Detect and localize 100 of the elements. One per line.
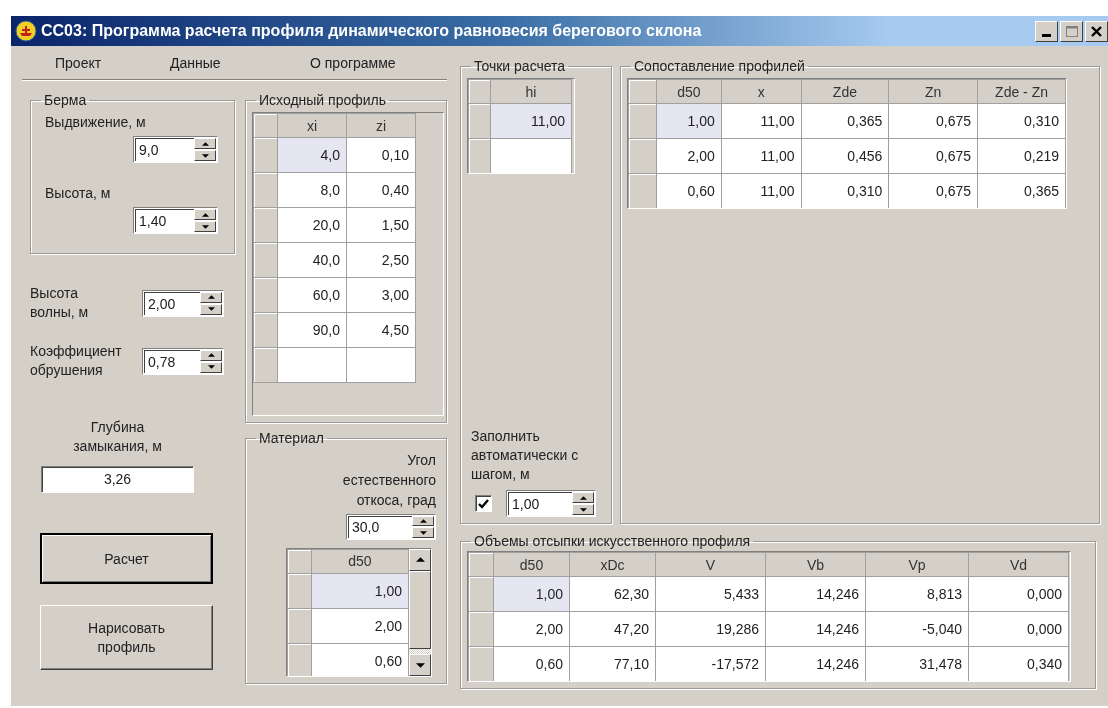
column-header[interactable]: x [721, 79, 802, 104]
scrollbar[interactable] [409, 548, 431, 676]
table-cell[interactable]: 19,286 [655, 611, 766, 647]
table-cell[interactable]: 0,60 [311, 643, 409, 676]
table-cell[interactable]: -17,572 [655, 646, 766, 681]
column-header[interactable]: V [655, 552, 766, 577]
row-header[interactable] [468, 576, 494, 612]
menu-item[interactable]: Данные [170, 55, 221, 71]
table-cell[interactable]: 0,60 [493, 646, 570, 681]
table-cell[interactable]: 0,365 [801, 103, 889, 139]
table-cell[interactable]: 0,219 [977, 138, 1066, 174]
table-cell[interactable]: 0,456 [801, 138, 889, 174]
table-cell[interactable]: -5,040 [865, 611, 969, 647]
column-header[interactable]: hi [490, 79, 572, 104]
spin-up-button[interactable] [572, 492, 594, 503]
row-header[interactable] [468, 138, 491, 173]
table-cell[interactable]: 77,10 [569, 646, 656, 681]
spin-box[interactable]: 2,00 [142, 289, 224, 317]
table-cell[interactable]: 0,000 [968, 611, 1069, 647]
row-header[interactable] [287, 573, 312, 609]
column-header[interactable]: d50 [311, 549, 409, 574]
spin-down-button[interactable] [194, 221, 216, 232]
draw-button[interactable]: Нарисовать профиль [40, 605, 213, 670]
row-header[interactable] [468, 103, 491, 139]
row-header[interactable] [468, 646, 494, 681]
column-header[interactable]: xDc [569, 552, 656, 577]
scrollbar-thumb[interactable] [409, 570, 431, 649]
table-cell[interactable]: 0,60 [656, 173, 722, 208]
table-cell[interactable]: 4,0 [277, 137, 347, 173]
row-header[interactable] [253, 172, 278, 208]
row-header[interactable] [253, 312, 278, 348]
spin-down-button[interactable] [572, 504, 594, 515]
table-cell[interactable]: 0,10 [346, 137, 416, 173]
table-cell[interactable]: 2,00 [493, 611, 570, 647]
table-cell[interactable]: 40,0 [277, 242, 347, 278]
calculate-button[interactable]: Расчет [40, 533, 213, 584]
spin-down-button[interactable] [200, 361, 222, 373]
column-header[interactable]: d50 [493, 552, 570, 577]
table-cell[interactable]: 0,340 [968, 646, 1069, 681]
table-cell[interactable]: 0,310 [801, 173, 889, 208]
table-cell[interactable]: 14,246 [765, 576, 866, 612]
column-header[interactable]: Zde [801, 79, 889, 104]
table-cell[interactable]: 2,50 [346, 242, 416, 278]
column-header[interactable]: zi [346, 113, 416, 138]
table-cell[interactable]: 4,50 [346, 312, 416, 348]
table-cell[interactable]: 62,30 [569, 576, 656, 612]
table-cell[interactable]: 14,246 [765, 611, 866, 647]
table-cell[interactable]: 1,00 [493, 576, 570, 612]
table-cell[interactable]: 0,675 [888, 173, 978, 208]
table-cell[interactable]: 0,365 [977, 173, 1066, 208]
row-header[interactable] [253, 207, 278, 243]
table-cell[interactable]: 2,00 [311, 608, 409, 644]
column-header[interactable]: Zde - Zn [977, 79, 1066, 104]
spin-down-button[interactable] [412, 527, 434, 538]
output-field[interactable]: 3,26 [41, 466, 194, 493]
row-header[interactable] [287, 608, 312, 644]
column-header[interactable]: Zn [888, 79, 978, 104]
row-header[interactable] [253, 242, 278, 278]
table-cell[interactable]: 31,478 [865, 646, 969, 681]
column-header[interactable]: d50 [656, 79, 722, 104]
table-cell[interactable]: 8,0 [277, 172, 347, 208]
column-header[interactable]: xi [277, 113, 347, 138]
table-cell[interactable]: 3,00 [346, 277, 416, 313]
spin-up-button[interactable] [200, 291, 222, 303]
table-cell[interactable]: 60,0 [277, 277, 347, 313]
table-cell[interactable]: 11,00 [721, 103, 802, 139]
table-cell[interactable]: 1,00 [311, 573, 409, 609]
table-cell[interactable]: 2,00 [656, 138, 722, 174]
table-cell[interactable]: 20,0 [277, 207, 347, 243]
spin-box[interactable]: 1,40 [133, 207, 218, 234]
spin-up-button[interactable] [412, 516, 434, 527]
spin-down-button[interactable] [194, 150, 216, 161]
table-cell[interactable]: 1,00 [656, 103, 722, 139]
menu-item[interactable]: О программе [310, 55, 396, 71]
scrollbar-track[interactable] [409, 648, 431, 654]
row-header[interactable] [628, 138, 657, 174]
row-header[interactable] [468, 611, 494, 647]
spin-up-button[interactable] [200, 349, 222, 361]
table-cell[interactable]: 47,20 [569, 611, 656, 647]
spin-box[interactable]: 1,00 [506, 490, 596, 517]
spin-up-button[interactable] [194, 138, 216, 149]
close-button[interactable] [1085, 20, 1108, 42]
table-cell[interactable]: 8,813 [865, 576, 969, 612]
row-header[interactable] [287, 643, 312, 676]
table-cell[interactable]: 14,246 [765, 646, 866, 681]
table-cell[interactable]: 0,675 [888, 103, 978, 139]
maximize-button[interactable] [1060, 20, 1083, 42]
menu-item[interactable]: Проект [55, 55, 102, 71]
table-cell[interactable]: 5,433 [655, 576, 766, 612]
table-cell[interactable]: 1,50 [346, 207, 416, 243]
table-cell[interactable]: 90,0 [277, 312, 347, 348]
spin-box[interactable]: 9,0 [133, 136, 218, 163]
spin-down-button[interactable] [200, 303, 222, 315]
spin-up-button[interactable] [194, 209, 216, 220]
table-cell[interactable]: 0,310 [977, 103, 1066, 139]
table-cell[interactable]: 11,00 [721, 138, 802, 174]
column-header[interactable]: Vb [765, 552, 866, 577]
column-header[interactable]: Vp [865, 552, 969, 577]
table-cell[interactable]: 0,675 [888, 138, 978, 174]
table-cell[interactable]: 11,00 [721, 173, 802, 208]
